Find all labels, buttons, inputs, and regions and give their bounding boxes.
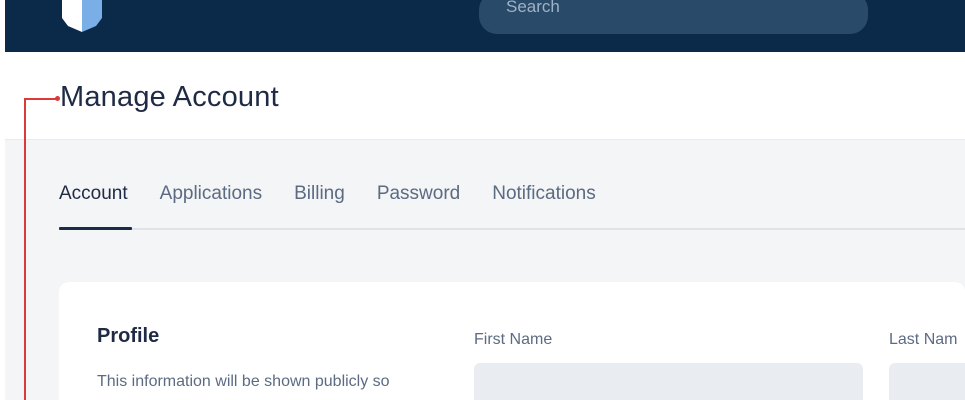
tab-billing[interactable]: Billing <box>294 180 345 210</box>
profile-section-description: This information will be shown publicly … <box>97 373 390 390</box>
tab-account[interactable]: Account <box>59 180 128 210</box>
tabs-divider <box>59 228 965 230</box>
account-tabs: Account Applications Billing Password No… <box>59 180 628 210</box>
active-tab-indicator <box>59 227 132 230</box>
tab-password[interactable]: Password <box>377 180 460 210</box>
page-title: Manage Account <box>60 81 279 113</box>
logo-icon[interactable] <box>62 0 102 32</box>
last-name-field[interactable] <box>889 363 965 400</box>
annotation-dot <box>55 96 60 101</box>
last-name-label: Last Nam <box>889 331 958 348</box>
tab-notifications[interactable]: Notifications <box>492 180 596 210</box>
tab-applications[interactable]: Applications <box>160 180 262 210</box>
search-input[interactable]: Search <box>479 0 868 34</box>
search-placeholder: Search <box>506 0 560 16</box>
annotation-line-vertical <box>24 99 26 400</box>
annotation-line-horizontal <box>24 98 58 100</box>
profile-section-title: Profile <box>97 325 160 347</box>
first-name-field[interactable] <box>474 363 863 400</box>
first-name-label: First Name <box>474 331 553 348</box>
top-navbar: Search <box>5 0 965 52</box>
